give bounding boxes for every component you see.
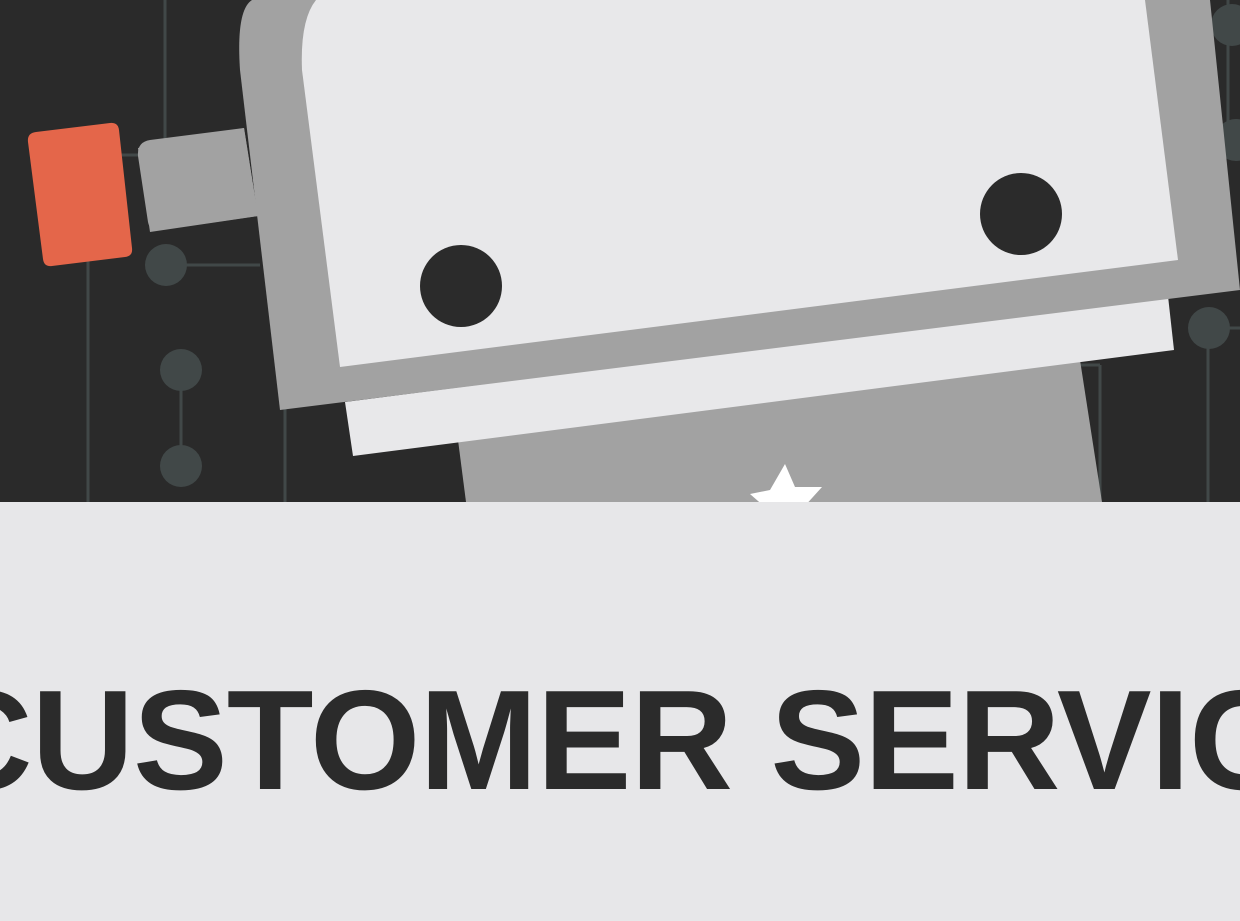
robot-illustration xyxy=(27,0,1240,502)
flag-icon xyxy=(27,122,133,267)
robot-eye xyxy=(420,245,502,327)
title-section: CUSTOMER SERVICE xyxy=(0,502,1240,921)
robot-eye xyxy=(980,173,1062,255)
robot-arm xyxy=(137,128,258,232)
page-title: CUSTOMER SERVICE xyxy=(0,661,1240,820)
hero-illustration xyxy=(0,0,1240,502)
circuit-node xyxy=(1211,4,1240,46)
circuit-node xyxy=(145,244,187,286)
circuit-node xyxy=(1188,307,1230,349)
circuit-node xyxy=(160,445,202,487)
circuit-node xyxy=(160,349,202,391)
